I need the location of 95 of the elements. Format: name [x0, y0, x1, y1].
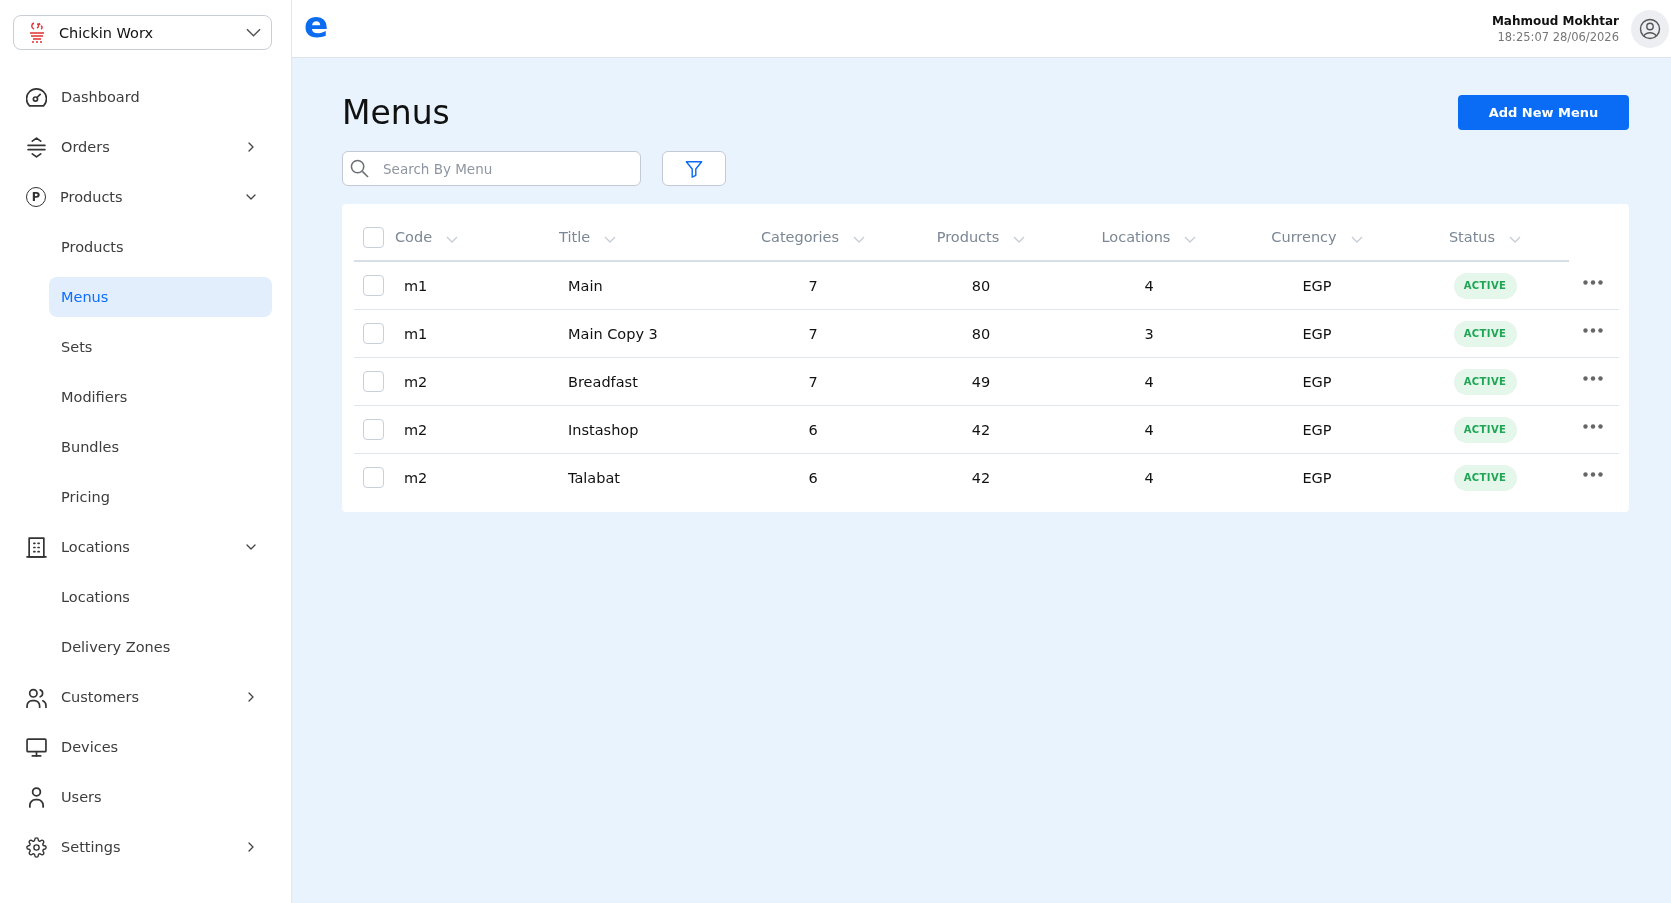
- table-cell: m1: [404, 277, 428, 294]
- checkbox[interactable]: [363, 371, 384, 392]
- user-name: Mahmoud Mokhtar: [1491, 13, 1619, 28]
- nav-item[interactable]: Customers: [13, 677, 272, 717]
- nav-subitem[interactable]: Locations: [49, 577, 272, 617]
- users-icon: [26, 686, 47, 708]
- table-cell: m2: [404, 421, 428, 438]
- column-header[interactable]: Currency: [1271, 229, 1363, 245]
- table-cell: 80: [971, 277, 991, 294]
- table-cell: 7: [808, 325, 818, 342]
- column-header[interactable]: Title: [559, 229, 617, 245]
- table-cell: m2: [404, 469, 428, 486]
- chevron-down-icon: [853, 235, 866, 243]
- search-icon: [350, 159, 369, 178]
- column-header[interactable]: Code: [395, 229, 459, 245]
- filter-icon: [685, 159, 703, 178]
- add-menu-button[interactable]: Add New Menu: [1458, 95, 1629, 130]
- table-cell: 49: [971, 373, 991, 390]
- status-badge: ACTIVE: [1453, 464, 1517, 491]
- chevron-down-icon: [446, 235, 459, 243]
- table-cell: Main: [568, 277, 603, 294]
- chevron-down-icon: [1184, 235, 1197, 243]
- user-icon: [26, 786, 47, 808]
- table-cell: EGP: [1302, 325, 1332, 342]
- chevron-down-icon: [246, 28, 261, 37]
- nav-item[interactable]: Users: [13, 777, 272, 817]
- more-icon[interactable]: [1583, 472, 1603, 477]
- table-cell: Instashop: [568, 421, 639, 438]
- column-header[interactable]: Products: [936, 229, 1026, 245]
- nav-item[interactable]: Locations: [13, 527, 272, 567]
- table-cell: 3: [1144, 325, 1154, 342]
- checkbox[interactable]: [363, 323, 384, 344]
- nav-subitem[interactable]: Pricing: [49, 477, 272, 517]
- nav-item[interactable]: Dashboard: [13, 77, 272, 117]
- table-cell: Breadfast: [568, 373, 638, 390]
- settings-icon: [26, 836, 47, 858]
- building-icon: [26, 536, 47, 558]
- timestamp: 18:25:07 28/06/2026: [1497, 29, 1619, 44]
- table-cell: 42: [971, 469, 991, 486]
- table-cell: Main Copy 3: [568, 325, 658, 342]
- table-cell: EGP: [1302, 373, 1332, 390]
- avatar-icon[interactable]: [1631, 9, 1669, 48]
- more-icon[interactable]: [1583, 280, 1603, 285]
- table-cell: 4: [1144, 277, 1154, 294]
- filter-button[interactable]: [662, 151, 726, 186]
- nav-subitem[interactable]: Modifiers: [49, 377, 272, 417]
- nav-item[interactable]: Settings: [13, 827, 272, 867]
- chevron-down-icon: [1350, 235, 1363, 243]
- table-cell: 7: [808, 373, 818, 390]
- table-cell: 7: [808, 277, 818, 294]
- status-badge: ACTIVE: [1453, 368, 1517, 395]
- column-header[interactable]: Status: [1448, 229, 1522, 245]
- checkbox[interactable]: [363, 419, 384, 440]
- table-cell: 4: [1144, 421, 1154, 438]
- chevron-down-icon: [1509, 235, 1522, 243]
- status-badge: ACTIVE: [1453, 320, 1517, 347]
- monitor-icon: [26, 736, 47, 758]
- gauge-icon: [26, 86, 47, 108]
- table-cell: 42: [971, 421, 991, 438]
- nav-subitem[interactable]: Delivery Zones: [49, 627, 272, 667]
- checkbox[interactable]: [363, 275, 384, 296]
- table-cell: 6: [808, 421, 818, 438]
- column-header[interactable]: Locations: [1101, 229, 1197, 245]
- search-field[interactable]: Search By Menu: [342, 151, 641, 186]
- more-icon[interactable]: [1583, 424, 1603, 429]
- app-logo: e: [304, 6, 329, 43]
- table-cell: 6: [808, 469, 818, 486]
- checkbox[interactable]: [363, 467, 384, 488]
- table-cell: m1: [404, 325, 428, 342]
- chevron-down-icon: [1013, 235, 1026, 243]
- nav-item[interactable]: P Products: [13, 177, 272, 217]
- status-badge: ACTIVE: [1453, 416, 1517, 443]
- table-cell: Talabat: [568, 469, 621, 486]
- table-cell: 4: [1144, 469, 1154, 486]
- nav-subitem[interactable]: Bundles: [49, 427, 272, 467]
- table-cell: EGP: [1302, 421, 1332, 438]
- more-icon[interactable]: [1583, 376, 1603, 381]
- column-header[interactable]: Categories: [760, 229, 866, 245]
- brand-selector[interactable]: Chickin Worx: [13, 15, 272, 50]
- checkbox[interactable]: [363, 226, 384, 248]
- logo-icon: [28, 21, 46, 44]
- nav-subitem[interactable]: Menus: [49, 277, 272, 317]
- page-title: Menus: [342, 92, 450, 133]
- status-badge: ACTIVE: [1453, 272, 1517, 299]
- nav-item[interactable]: Devices: [13, 727, 272, 767]
- table-cell: 4: [1144, 373, 1154, 390]
- nav-subitem[interactable]: Products: [49, 227, 272, 267]
- table-cell: m2: [404, 373, 428, 390]
- table-cell: EGP: [1302, 277, 1332, 294]
- table-cell: 80: [971, 325, 991, 342]
- table-cell: EGP: [1302, 469, 1332, 486]
- chevron-down-icon: [604, 235, 617, 243]
- more-icon[interactable]: [1583, 328, 1603, 333]
- nav-subitem[interactable]: Sets: [49, 327, 272, 367]
- nav-item[interactable]: Orders: [13, 127, 272, 167]
